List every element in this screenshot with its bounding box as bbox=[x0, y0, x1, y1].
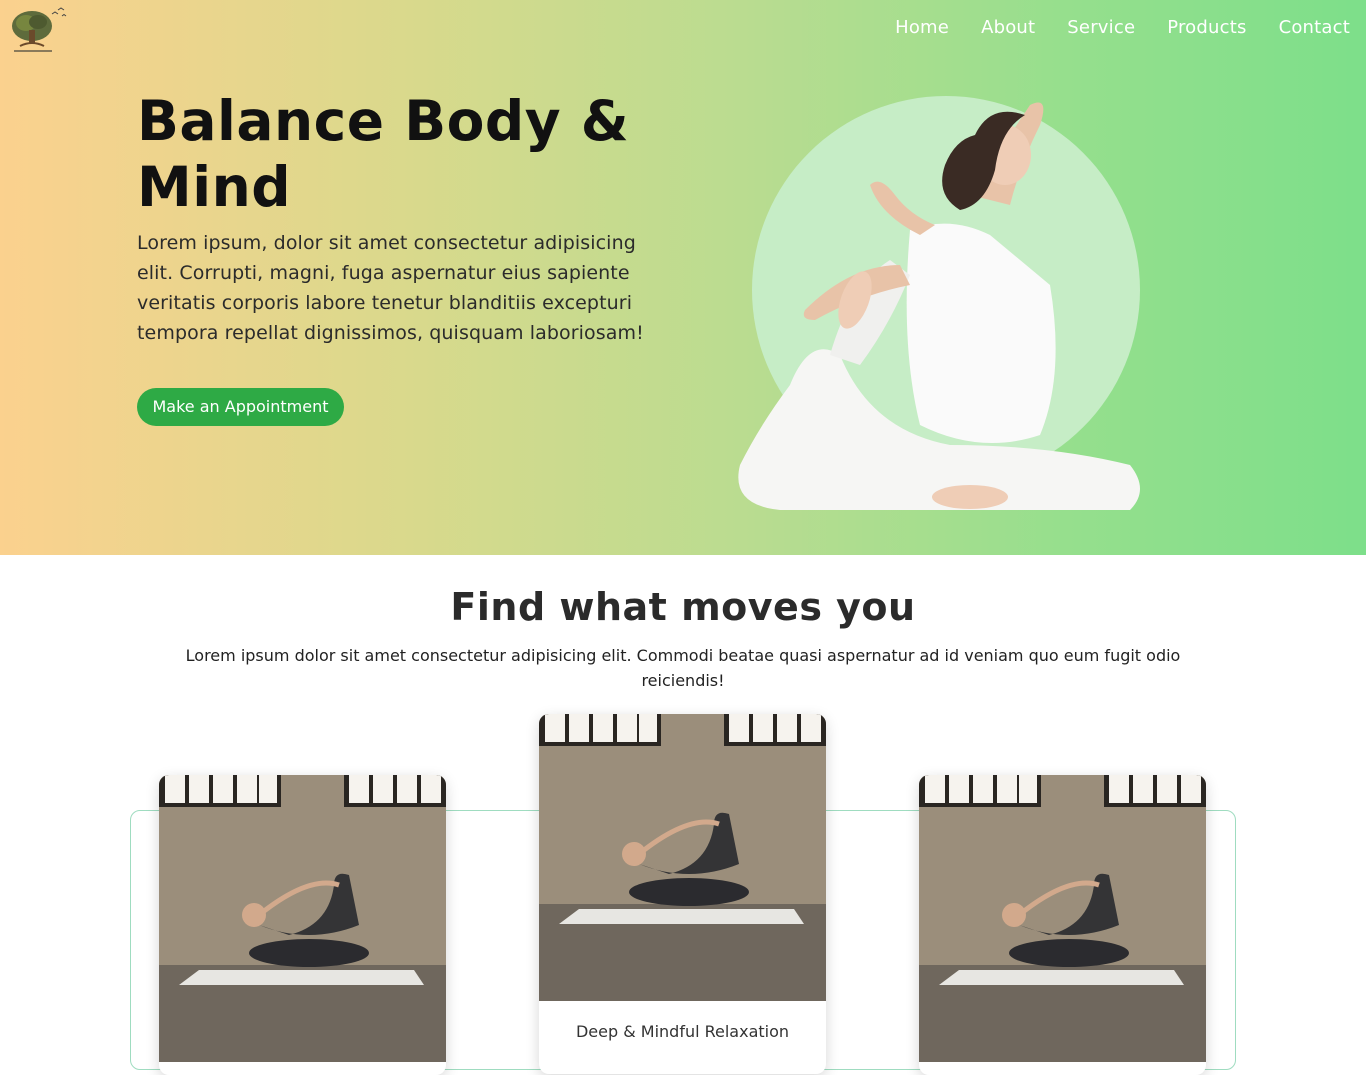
yoga-class-photo bbox=[539, 714, 826, 1001]
hero-description: Lorem ipsum, dolor sit amet consectetur … bbox=[137, 232, 644, 344]
hero-title: Balance Body & Mind bbox=[137, 89, 630, 219]
yoga-class-photo bbox=[919, 775, 1206, 1062]
make-appointment-button[interactable]: Make an Appointment bbox=[137, 388, 344, 426]
class-card[interactable] bbox=[919, 775, 1206, 1075]
nav-service-link[interactable]: Service bbox=[1067, 16, 1135, 40]
card-label bbox=[919, 1062, 1206, 1075]
nav-products-link[interactable]: Products bbox=[1167, 16, 1246, 40]
hero-section: Home About Service Products Contact Bala… bbox=[0, 0, 1366, 555]
nav-about-link[interactable]: About bbox=[981, 16, 1035, 40]
class-card[interactable] bbox=[159, 775, 446, 1075]
nav-contact-link[interactable]: Contact bbox=[1279, 16, 1350, 40]
nav-home-link[interactable]: Home bbox=[895, 16, 949, 40]
card-label: Deep & Mindful Relaxation bbox=[575, 1022, 790, 1041]
card-label bbox=[159, 1062, 446, 1075]
section-description: Lorem ipsum dolor sit amet consectetur a… bbox=[185, 646, 1181, 690]
class-card[interactable]: Deep & Mindful Relaxation bbox=[539, 714, 826, 1074]
holistic-health-logo[interactable] bbox=[8, 6, 70, 56]
yoga-pose-photo bbox=[738, 96, 1140, 510]
yoga-class-photo bbox=[159, 775, 446, 1062]
section-title: Find what moves you bbox=[450, 585, 916, 629]
main-nav: Home About Service Products Contact bbox=[895, 16, 1350, 40]
